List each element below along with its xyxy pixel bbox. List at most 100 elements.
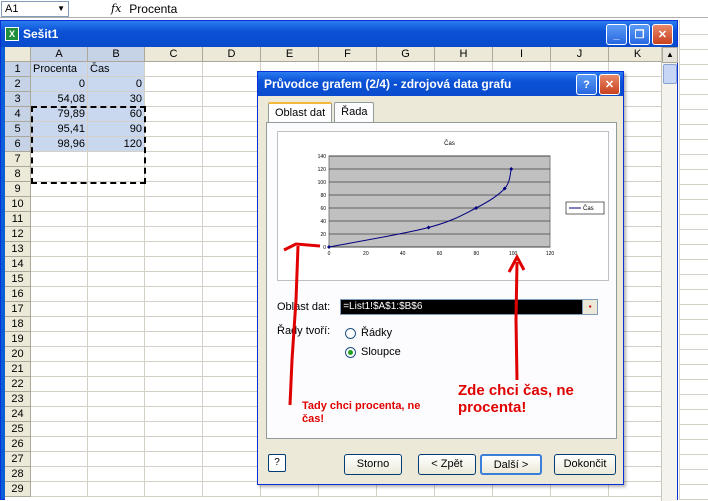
tab-series[interactable]: Řada [334, 102, 375, 122]
formula-content[interactable]: Procenta [129, 2, 177, 16]
cell-a27[interactable] [31, 452, 88, 467]
cell-a2[interactable]: 0 [31, 77, 88, 92]
range-input[interactable]: =List1!$A$1:$B$6 ▪ [340, 299, 599, 315]
cell-d2[interactable] [203, 77, 261, 92]
cell-a24[interactable] [31, 407, 88, 422]
collapse-dialog-icon[interactable]: ▪ [582, 299, 599, 315]
cell-b22[interactable] [88, 377, 145, 392]
cell-b28[interactable] [88, 467, 145, 482]
row-header[interactable]: 27 [5, 452, 31, 467]
row-header[interactable]: 3 [5, 92, 31, 107]
cell-c8[interactable] [145, 167, 203, 182]
cell-b3[interactable]: 30 [88, 92, 145, 107]
finish-button[interactable]: Dokončit [554, 454, 616, 475]
cell-d28[interactable] [203, 467, 261, 482]
row-header[interactable]: 28 [5, 467, 31, 482]
restore-button[interactable]: ❐ [629, 24, 650, 45]
cell-c23[interactable] [145, 392, 203, 407]
cell-b6[interactable]: 120 [88, 137, 145, 152]
vertical-scrollbar[interactable]: ▲ [661, 47, 678, 501]
row-header[interactable]: 25 [5, 422, 31, 437]
column-header[interactable]: C [145, 47, 203, 62]
row-header[interactable]: 13 [5, 242, 31, 257]
cell-c12[interactable] [145, 227, 203, 242]
cell-b2[interactable]: 0 [88, 77, 145, 92]
cell-d16[interactable] [203, 287, 261, 302]
cell-c25[interactable] [145, 422, 203, 437]
row-header[interactable]: 22 [5, 377, 31, 392]
cell-b24[interactable] [88, 407, 145, 422]
cell-d10[interactable] [203, 197, 261, 212]
cell-a29[interactable] [31, 482, 88, 497]
name-box[interactable]: A1 ▼ [1, 0, 69, 17]
cell-d21[interactable] [203, 362, 261, 377]
cell-b9[interactable] [88, 182, 145, 197]
cell-d13[interactable] [203, 242, 261, 257]
cell-d29[interactable] [203, 482, 261, 497]
cell-a1[interactable]: Procenta [31, 62, 88, 77]
row-header[interactable]: 23 [5, 392, 31, 407]
row-header[interactable]: 24 [5, 407, 31, 422]
cell-d3[interactable] [203, 92, 261, 107]
cell-b10[interactable] [88, 197, 145, 212]
cell-d7[interactable] [203, 152, 261, 167]
row-header[interactable]: 11 [5, 212, 31, 227]
radio-rows-circle[interactable] [345, 327, 356, 339]
cell-c2[interactable] [145, 77, 203, 92]
cell-d17[interactable] [203, 302, 261, 317]
cell-d24[interactable] [203, 407, 261, 422]
cell-d22[interactable] [203, 377, 261, 392]
radio-rows[interactable]: Řádky [345, 327, 392, 339]
row-header[interactable]: 2 [5, 77, 31, 92]
row-header[interactable]: 5 [5, 122, 31, 137]
cell-d14[interactable] [203, 257, 261, 272]
row-header[interactable]: 9 [5, 182, 31, 197]
row-header[interactable]: 8 [5, 167, 31, 182]
dialog-close-button[interactable]: ✕ [599, 74, 620, 95]
cell-b1[interactable]: Čas [88, 62, 145, 77]
column-header[interactable]: H [435, 47, 493, 62]
column-header[interactable]: G [377, 47, 435, 62]
cell-a3[interactable]: 54,08 [31, 92, 88, 107]
cell-d26[interactable] [203, 437, 261, 452]
cell-b20[interactable] [88, 347, 145, 362]
column-header[interactable]: I [493, 47, 551, 62]
cell-d1[interactable] [203, 62, 261, 77]
cell-a8[interactable] [31, 167, 88, 182]
cell-c16[interactable] [145, 287, 203, 302]
minimize-button[interactable]: _ [606, 24, 627, 45]
function-icon[interactable]: fx [111, 2, 121, 15]
cell-c19[interactable] [145, 332, 203, 347]
cell-c15[interactable] [145, 272, 203, 287]
column-header[interactable]: J [551, 47, 609, 62]
row-header[interactable]: 15 [5, 272, 31, 287]
row-header[interactable]: 21 [5, 362, 31, 377]
cell-a18[interactable] [31, 317, 88, 332]
cell-b13[interactable] [88, 242, 145, 257]
cell-b8[interactable] [88, 167, 145, 182]
back-button[interactable]: < Zpět [418, 454, 476, 475]
column-header[interactable]: A [31, 47, 88, 62]
cell-a17[interactable] [31, 302, 88, 317]
cell-a23[interactable] [31, 392, 88, 407]
cell-c17[interactable] [145, 302, 203, 317]
cancel-button[interactable]: Storno [344, 454, 402, 475]
cell-c7[interactable] [145, 152, 203, 167]
row-header[interactable]: 1 [5, 62, 31, 77]
radio-columns-circle[interactable] [345, 346, 356, 358]
cell-a16[interactable] [31, 287, 88, 302]
cell-b21[interactable] [88, 362, 145, 377]
cell-a12[interactable] [31, 227, 88, 242]
cell-b29[interactable] [88, 482, 145, 497]
cell-a13[interactable] [31, 242, 88, 257]
cell-b7[interactable] [88, 152, 145, 167]
cell-a28[interactable] [31, 467, 88, 482]
cell-a6[interactable]: 98,96 [31, 137, 88, 152]
cell-c1[interactable] [145, 62, 203, 77]
chevron-down-icon[interactable]: ▼ [57, 4, 65, 13]
cell-b25[interactable] [88, 422, 145, 437]
cell-c29[interactable] [145, 482, 203, 497]
cell-a21[interactable] [31, 362, 88, 377]
office-assistant-button[interactable]: ? [268, 454, 286, 472]
row-header[interactable]: 19 [5, 332, 31, 347]
